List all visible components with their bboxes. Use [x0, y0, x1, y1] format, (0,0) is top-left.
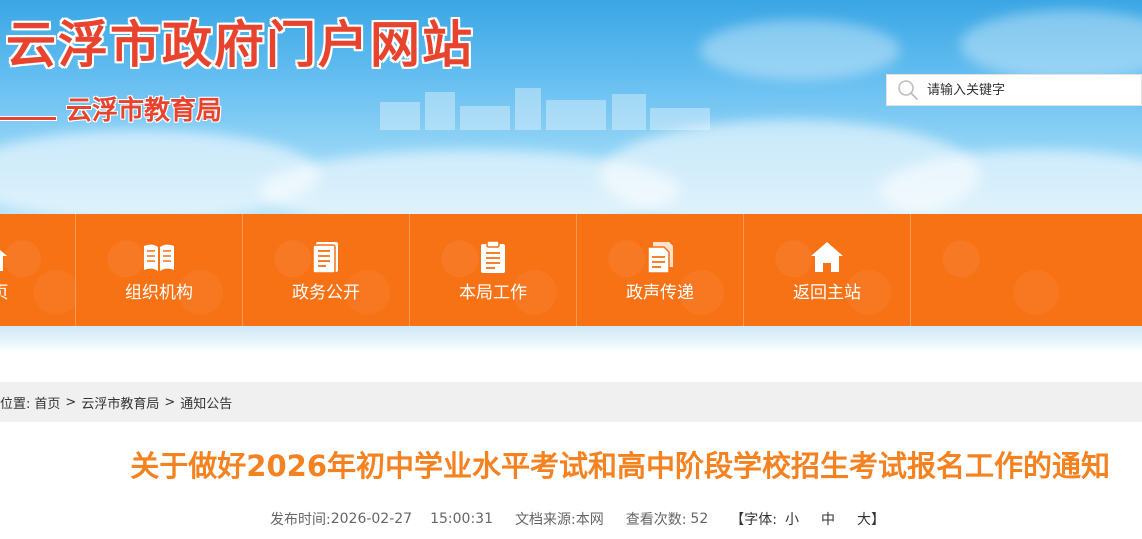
views-label: 查看次数:	[625, 512, 687, 528]
nav-label: 组织机构	[125, 282, 193, 303]
search-input[interactable]	[927, 77, 1127, 103]
nav-item-return-main[interactable]: 返回主站	[744, 214, 911, 326]
font-size-close: 】	[870, 512, 885, 528]
search-box	[886, 74, 1142, 106]
nav-shadow-strip	[0, 326, 1142, 352]
dept-title-dash	[0, 117, 56, 120]
dept-title: 云浮市教育局	[66, 96, 223, 126]
font-size-open: 【字体:	[730, 512, 777, 528]
breadcrumb-separator: >	[65, 394, 77, 410]
breadcrumb-link-notices[interactable]: 通知公告	[180, 393, 232, 412]
breadcrumb-link-dept[interactable]: 云浮市教育局	[81, 393, 159, 412]
published-label: 发布时间:	[270, 512, 331, 528]
nav-item-bureau-work[interactable]: 本局工作	[410, 214, 577, 326]
article-meta: 发布时间: 2026-02-27 15:00:31 文档来源: 本网 查看次数:…	[270, 509, 885, 529]
nav-item-organization[interactable]: 组织机构	[76, 214, 243, 326]
document-icon	[312, 241, 338, 274]
published-time: 15:00:31	[430, 511, 493, 527]
source-value: 本网	[575, 512, 604, 528]
city-skyline-image	[380, 88, 710, 130]
search-icon[interactable]	[897, 79, 919, 101]
article-title: 关于做好2026年初中学业水平考试和高中阶段学校招生考试报名工作的通知	[130, 449, 1110, 483]
book-icon	[144, 244, 174, 271]
nav-item-government-affairs[interactable]: 政务公开	[243, 214, 410, 326]
nav-item-policy-voice[interactable]: 政声传递	[577, 214, 744, 326]
home-icon	[811, 241, 843, 272]
nav-label: 首页	[0, 284, 9, 302]
home-icon	[0, 249, 7, 271]
nav-item-empty	[911, 214, 1078, 326]
breadcrumb: 位置: 首页 > 云浮市教育局 > 通知公告	[0, 382, 1142, 422]
font-size-large-button[interactable]: 大	[857, 509, 871, 529]
breadcrumb-link-home[interactable]: 首页	[34, 393, 60, 412]
nav-label: 政务公开	[292, 282, 360, 303]
font-size-medium-button[interactable]: 中	[821, 509, 835, 529]
header-banner: 云浮市政府门户网站 云浮市教育局	[0, 0, 1142, 214]
views-count: 52	[690, 511, 709, 527]
nav-item-home[interactable]: 首页	[0, 214, 76, 326]
page: 云浮市政府门户网站 云浮市教育局 首页	[0, 0, 1142, 539]
source-label: 文档来源:	[514, 512, 576, 528]
site-title: 云浮市政府门户网站	[6, 16, 474, 74]
published-date: 2026-02-27	[330, 511, 413, 527]
nav-label: 返回主站	[793, 282, 861, 303]
clipboard-icon	[481, 239, 505, 273]
font-size-small-button[interactable]: 小	[785, 509, 799, 529]
nav-label: 政声传递	[626, 282, 694, 303]
main-nav: 首页 组织机构	[0, 214, 1142, 326]
breadcrumb-prefix: 位置:	[0, 396, 31, 412]
nav-label: 本局工作	[459, 282, 527, 303]
files-icon	[647, 241, 673, 274]
breadcrumb-separator: >	[164, 394, 176, 410]
